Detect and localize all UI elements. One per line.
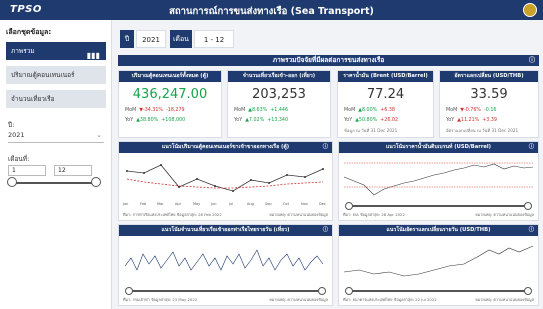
sidebar-item-overview[interactable]: ภาพรวม ▮▮▮ [6,42,106,60]
bar-chart-icon: ▮▮▮ [86,51,100,60]
chevron-down-icon: ⌄ [96,131,102,139]
svg-text:Mar: Mar [157,202,164,206]
month-from-input[interactable]: 1 [8,165,46,176]
kpi-value: 203,253 [252,87,306,102]
page-title: สถานการณ์การขนส่งทางเรือ (Sea Transport) [169,6,374,17]
brent-range-slider[interactable] [349,205,528,207]
voyages-line-chart [124,249,324,271]
svg-text:Jun: Jun [210,202,216,206]
kpi-title: จำนวนเที่ยวเรือเข้า-ออก (เที่ยว) [228,71,330,82]
sidebar-item-label: ปริมาณตู้คอนเทนเนอร์ [11,71,75,79]
kpi-yoy-row: YoY ▲7.02% +13,340 [234,118,289,123]
containers-line-chart: Jan Feb Mar Apr May Jun Jul Aug Sep Oct Nov Dec [122,164,326,206]
kpi-mom-row: MoM ▲8.63% +1,446 [234,108,289,113]
voyages-slider-end-handle[interactable] [318,287,326,295]
brent-slider-end-handle[interactable] [524,202,532,210]
kpi-yoy-row: YoY ▲11.21% +3.39 [446,118,497,123]
chart-footnote: ที่มา: EIA ข้อมูลล่าสุด: 28 Apr 2022 หมาย… [343,212,534,217]
year-tag: ปี [120,30,134,48]
brent-slider-start-handle[interactable] [345,202,353,210]
svg-text:Feb: Feb [140,202,147,206]
kpi-voyages: จำนวนเที่ยวเรือเข้า-ออก (เที่ยว) 203,253… [227,70,331,138]
sidebar-item-label: ภาพรวม [11,47,35,55]
sidebar: เลือกชุดข้อมูล: ภาพรวม ▮▮▮ ปริมาณตู้คอนเ… [0,20,112,309]
month-slider-start-handle[interactable] [7,177,17,187]
year-select[interactable]: 2021 ⌄ [8,131,104,143]
chart-voyages: แนวโน้มจำนวนเที่ยวเรือเข้าออกท่าเรือไทยร… [118,224,333,306]
kpi-title: ราคาน้ำมัน (Brent (USD/Barrel) [338,71,433,82]
sidebar-item-label: จำนวนเที่ยวเรือ [11,95,55,103]
sidebar-item-voyages[interactable]: จำนวนเที่ยวเรือ [6,90,106,108]
kpi-yoy-row: YoY ▲38.80% +108,000 [125,118,186,123]
year-label: ปี: [8,121,15,129]
ministry-crest-icon [523,3,537,17]
svg-text:Jul: Jul [228,202,233,206]
fx-range-slider[interactable] [349,290,528,292]
kpi-value: 77.24 [366,87,405,102]
svg-text:Jan: Jan [122,202,128,206]
kpi-mom-row: MoM ▲8.00% +6.38 [344,108,395,113]
section-title: ภาพรวมปัจจัยที่มีผลต่อการขนส่งทางเรือ ⓘ [118,55,539,66]
chart-title: แนวโน้มอัตราแลกเปลี่ยนรายวัน (USD/THB) ⓘ [339,225,538,236]
month-slider-track[interactable] [12,182,96,184]
kpi-footnote: อัตราแลกเปลี่ยน ณ วันที่ 31 Dec 2021 [446,128,519,133]
fx-line-chart [343,245,534,277]
svg-text:Dec: Dec [319,202,326,206]
chart-footnote: ที่มา: การท่าเรือแห่งประเทศไทย ข้อมูลล่า… [123,212,328,217]
x-axis-labels: Jan Feb Mar Apr May Jun Jul Aug Sep Oct Nov Dec [122,202,326,206]
month-tag: เดือน [170,30,192,48]
app-window: TPSO สถานการณ์การขนส่งทางเรือ (Sea Trans… [0,0,543,309]
fx-slider-end-handle[interactable] [524,287,532,295]
month-filter[interactable]: 1 - 12 [194,30,234,48]
kpi-value: 436,247.00 [132,87,208,102]
year-filter[interactable]: 2021 [136,30,166,48]
month-slider-end-handle[interactable] [91,177,101,187]
svg-text:Aug: Aug [247,202,254,206]
kpi-brent: ราคาน้ำมัน (Brent (USD/Barrel) 77.24 MoM… [337,70,434,138]
info-icon[interactable]: ⓘ [529,55,535,66]
info-icon[interactable]: ⓘ [323,225,328,236]
sidebar-item-containers[interactable]: ปริมาณตู้คอนเทนเนอร์ [6,66,106,84]
info-icon[interactable]: ⓘ [529,225,534,236]
info-icon[interactable]: ⓘ [323,142,328,153]
chart-title: แนวโน้มจำนวนเที่ยวเรือเข้าออกท่าเรือไทยร… [119,225,332,236]
voyages-slider-start-handle[interactable] [125,287,133,295]
dataset-heading: เลือกชุดข้อมูล: [6,28,52,36]
svg-text:Apr: Apr [175,202,182,206]
kpi-mom-row: MoM ▼-34.31% -18,279 [125,108,185,113]
kpi-fx: อัตราแลกเปลี่ยน (USD/THB) 33.59 MoM ▼-0.… [439,70,539,138]
chart-title: แนวโน้มราคาน้ำมันดิบเบรนท์ (USD/Barrel) ⓘ [339,142,538,153]
section-title-text: ภาพรวมปัจจัยที่มีผลต่อการขนส่งทางเรือ [272,56,385,64]
brent-line-chart [343,162,534,196]
chart-footnote: ที่มา: ธนาคารแห่งประเทศไทย ข้อมูลล่าสุด:… [343,297,534,302]
kpi-title: ปริมาณตู้คอนเทนเนอร์ทั้งหมด (ตู้) [119,71,221,82]
kpi-yoy-row: YoY ▲50.80% +26.02 [344,118,399,123]
kpi-value: 33.59 [470,87,508,102]
kpi-containers: ปริมาณตู้คอนเทนเนอร์ทั้งหมด (ตู้) 436,24… [118,70,222,138]
svg-text:Oct: Oct [283,202,290,206]
kpi-mom-row: MoM ▼-0.76% -0.16 [446,108,497,113]
kpi-title: อัตราแลกเปลี่ยน (USD/THB) [440,71,538,82]
top-header: TPSO สถานการณ์การขนส่งทางเรือ (Sea Trans… [0,0,543,20]
chart-containers: แนวโน้มปริมาณตู้คอนเทนเนอร์ขาเข้าขาออกทา… [118,141,333,221]
svg-text:Nov: Nov [301,202,308,206]
chart-fx: แนวโน้มอัตราแลกเปลี่ยนรายวัน (USD/THB) ⓘ … [338,224,539,306]
chart-brent: แนวโน้มราคาน้ำมันดิบเบรนท์ (USD/Barrel) ⓘ… [338,141,539,221]
month-to-input[interactable]: 12 [54,165,92,176]
voyages-range-slider[interactable] [129,290,322,292]
fx-slider-start-handle[interactable] [345,287,353,295]
info-icon[interactable]: ⓘ [529,142,534,153]
kpi-footnote: ข้อมูล ณ วันที่ 31 Dec 2021 [344,128,398,133]
chart-footnote: ที่มา: กรมเจ้าท่า ข้อมูลล่าสุด: 23 May 2… [123,297,328,302]
svg-text:May: May [193,202,200,206]
year-select-value: 2021 [8,131,25,139]
month-label: เดือนที่: [8,155,30,163]
svg-text:Sep: Sep [265,202,272,206]
chart-title: แนวโน้มปริมาณตู้คอนเทนเนอร์ขาเข้าขาออกทา… [119,142,332,153]
